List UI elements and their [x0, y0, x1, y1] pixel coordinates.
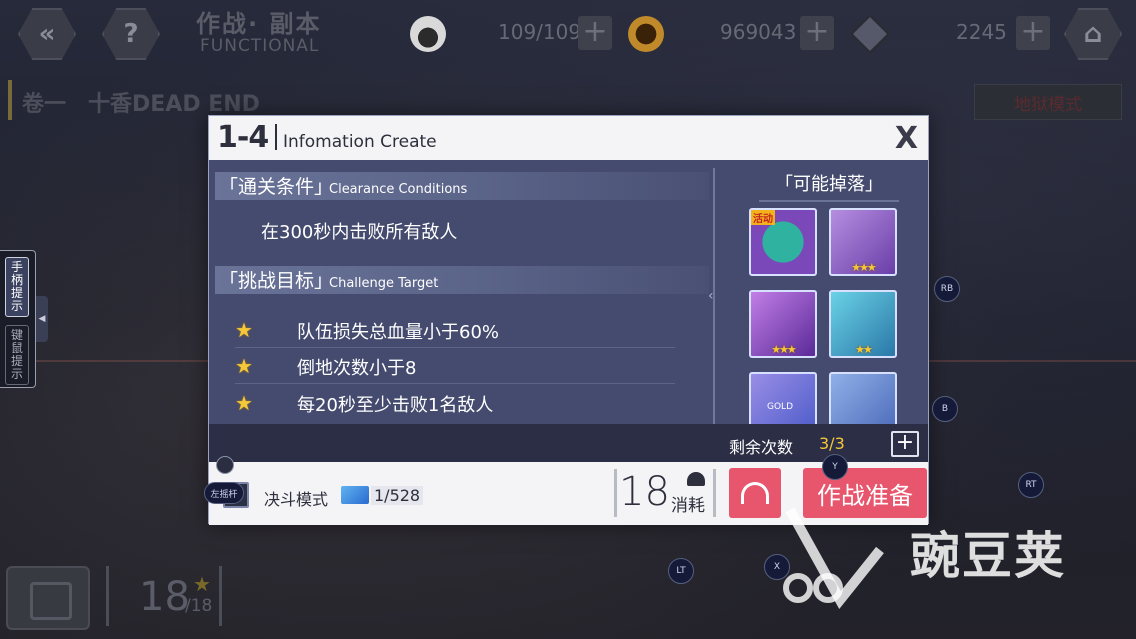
- controller-hint-b: B: [932, 396, 958, 422]
- rarity-stars: ★★★: [771, 343, 797, 356]
- dialog-title: Infomation Create: [283, 132, 437, 152]
- clearance-condition: 在300秒内击败所有敌人: [261, 222, 458, 243]
- challenge-target-text: 队伍损失总血量小于60%: [297, 322, 500, 343]
- chapter-name: 十香DEAD END: [88, 92, 260, 117]
- sweep-button[interactable]: [729, 468, 781, 518]
- chevron-left-icon: ◀: [38, 314, 46, 324]
- tab-gamepad-hint[interactable]: 手柄提示: [5, 257, 29, 317]
- drop-item-purple-book[interactable]: ★★★: [749, 290, 817, 358]
- gauge-icon: [741, 482, 769, 504]
- hint-side-tabs: 手柄提示 键鼠提示: [0, 250, 36, 388]
- stage-number: 1-4: [217, 120, 269, 155]
- controller-hint-lt: LT: [668, 558, 694, 584]
- dialog-header: 1-4 Infomation Create X: [209, 116, 928, 160]
- star-icon: ★: [235, 391, 253, 415]
- riceball-icon: [687, 472, 705, 486]
- coin-icon: [628, 16, 664, 52]
- controller-hint-x: X: [764, 554, 790, 580]
- challenge-target-text: 每20秒至少击败1名敌人: [297, 395, 494, 416]
- challenge-target: ★ 倒地次数小于8: [235, 348, 675, 384]
- challenge-header: 「挑战目标」 Challenge Target: [215, 266, 709, 294]
- top-bar: « ? 作战· 副本 FUNCTIONAL 109/109 + 969043 +…: [0, 0, 1136, 72]
- action-bar: 决斗模式 1/528 18 消耗 作战准备: [209, 462, 928, 525]
- drop-item-pet[interactable]: [829, 372, 897, 424]
- clearance-header: 「通关条件」 Clearance Conditions: [215, 172, 709, 200]
- stamina-value: 109/109: [498, 20, 582, 44]
- duel-ticket-count: 1/528: [371, 486, 424, 505]
- star-icon: ★: [193, 572, 211, 596]
- coins-value: 969043: [720, 20, 797, 44]
- rarity-stars: ★★: [855, 343, 873, 356]
- conditions-pane: 「通关条件」 Clearance Conditions 在300秒内击败所有敌人…: [209, 160, 713, 424]
- drop-item-gold-ticket[interactable]: GOLD: [749, 372, 817, 424]
- collapse-tabs-button[interactable]: ◀: [36, 296, 48, 342]
- clearance-title: 「通关条件」: [219, 176, 334, 198]
- chapter-header: 卷一 十香DEAD END: [8, 80, 608, 120]
- double-chevron-left-icon: «: [38, 19, 56, 49]
- controller-hint-rt: RT: [1018, 472, 1044, 498]
- clearance-subtitle: Clearance Conditions: [329, 182, 468, 197]
- challenge-subtitle: Challenge Target: [329, 276, 439, 291]
- back-button[interactable]: «: [18, 8, 76, 60]
- gems-value: 2245: [956, 20, 1007, 44]
- drops-title: 「可能掉落」: [759, 170, 899, 202]
- add-coins-button[interactable]: +: [800, 16, 834, 50]
- battle-ready-button[interactable]: 作战准备: [803, 468, 927, 518]
- hell-mode-button[interactable]: 地狱模式: [974, 84, 1122, 120]
- stage-info-dialog: 1-4 Infomation Create X 「通关条件」 Clearance…: [208, 115, 929, 525]
- page-subtitle: FUNCTIONAL: [200, 36, 320, 56]
- challenge-title: 「挑战目标」: [219, 270, 334, 292]
- challenge-target: ★ 队伍损失总血量小于60%: [235, 312, 675, 348]
- page-title: 作战· 副本: [196, 10, 322, 38]
- header-divider: [275, 124, 277, 150]
- riceball-icon: [410, 16, 446, 52]
- chapter-volume: 卷一: [22, 92, 67, 117]
- star-icon: ★: [235, 318, 253, 342]
- controller-hint-y: Y: [822, 454, 848, 480]
- tab-keyboard-hint[interactable]: 键鼠提示: [5, 325, 29, 385]
- star-icon: ★: [235, 354, 253, 378]
- home-icon: ⌂: [1083, 19, 1103, 49]
- stamina-cost: 18 消耗: [614, 469, 716, 517]
- star-progress: 18 ★ /18: [106, 566, 222, 626]
- crystal-icon: [849, 13, 891, 55]
- cost-label: 消耗: [671, 496, 705, 516]
- duel-ticket-icon: [341, 486, 369, 504]
- event-badge: 活动: [751, 210, 775, 225]
- stars-current: 18: [139, 574, 190, 620]
- home-button[interactable]: ⌂: [1064, 8, 1122, 60]
- add-attempts-button[interactable]: +: [891, 431, 919, 457]
- add-gems-button[interactable]: +: [1016, 16, 1050, 50]
- drops-pane: 「可能掉落」 活动 ★★★ ★★★ ★★ GOLD: [719, 160, 927, 424]
- joystick-icon: [216, 456, 234, 474]
- drop-item-blue-book[interactable]: ★★: [829, 290, 897, 358]
- treasure-chest-icon[interactable]: [6, 566, 90, 630]
- cost-value: 18: [619, 469, 670, 515]
- question-icon: ?: [123, 19, 139, 49]
- controller-hint-rb: RB: [934, 276, 960, 302]
- controller-hint-left-stick: 左摇杆: [204, 482, 244, 504]
- stars-total: /18: [185, 596, 213, 616]
- rarity-stars: ★★★: [851, 261, 877, 274]
- add-stamina-button[interactable]: +: [578, 16, 612, 50]
- chevron-left-icon: ‹: [708, 288, 714, 304]
- remaining-attempts-bar: 剩余次数 3/3 +: [209, 424, 928, 462]
- remaining-label: 剩余次数: [729, 438, 794, 457]
- drop-item-event-medal[interactable]: 活动: [749, 208, 817, 276]
- drop-item-gauntlet[interactable]: ★★★: [829, 208, 897, 276]
- ticket-label: GOLD: [767, 402, 794, 412]
- close-button[interactable]: X: [895, 121, 918, 156]
- duel-mode-label: 决斗模式: [264, 490, 329, 509]
- remaining-value: 3/3: [819, 434, 845, 453]
- help-button[interactable]: ?: [102, 8, 160, 60]
- challenge-target: ★ 每20秒至少击败1名敌人: [235, 385, 675, 421]
- challenge-target-text: 倒地次数小于8: [297, 358, 417, 379]
